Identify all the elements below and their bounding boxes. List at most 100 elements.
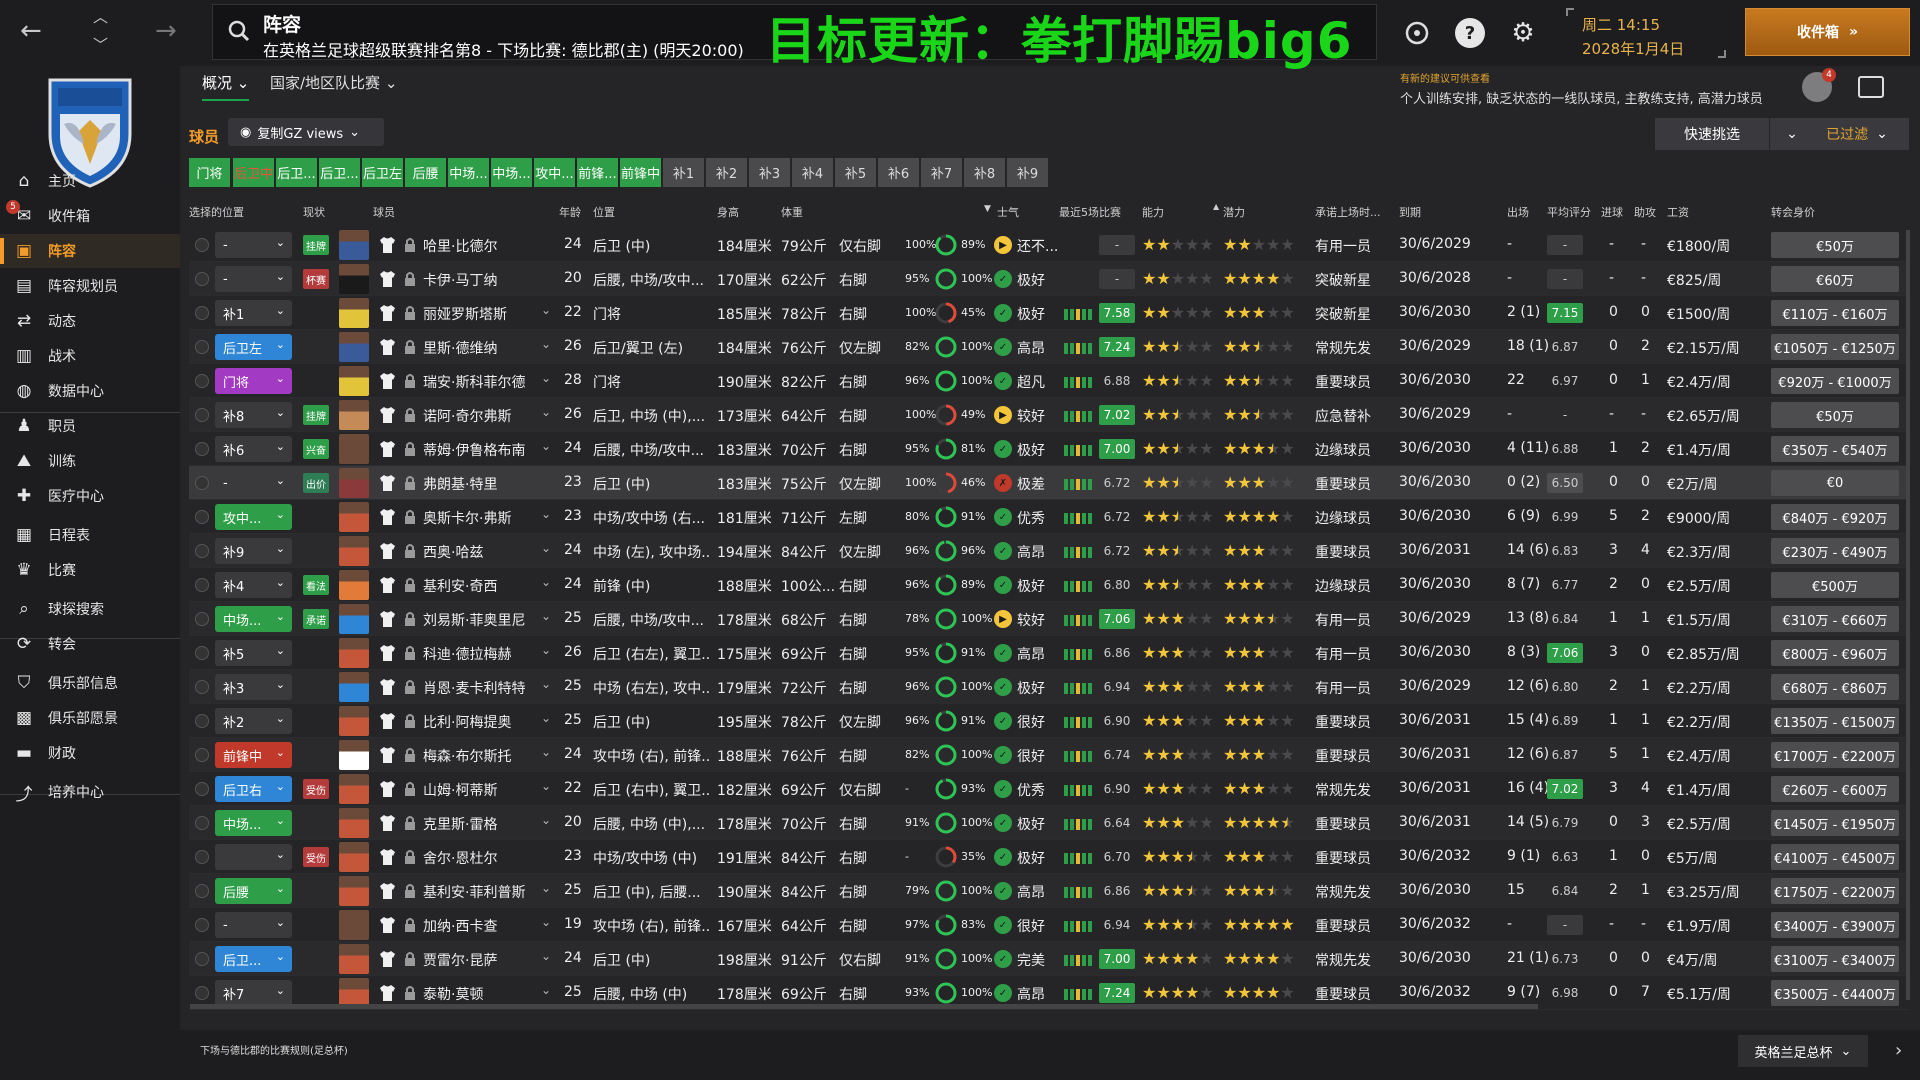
table-row[interactable]: 补9 ⌄ 西奥·哈兹 ⌄ 24 中场 (左), 攻中场... 194厘米 84公斤 仅左脚 96%… [189, 534, 1909, 568]
column-header-age[interactable]: 年龄 [559, 204, 581, 220]
filter-button[interactable]: 已过滤 ⌄ [1805, 118, 1909, 150]
sidebar-item-training[interactable]: ⛰ 训练 [0, 444, 180, 478]
position-filter-14[interactable]: 补3 [749, 158, 790, 187]
column-header-potential[interactable]: 潜力 [1223, 204, 1245, 220]
suggestion-notice[interactable]: 有新的建议可供查看 个人训练安排, 缺乏状态的一线队球员, 主教练支持, 高潜力… [1400, 68, 1780, 108]
selected-position-select[interactable]: 补6 ⌄ [215, 436, 292, 462]
selected-position-select[interactable]: 后腰 ⌄ [215, 878, 292, 904]
table-row[interactable]: 补8 ⌄ 挂牌 诺阿·奇尔弗斯 ⌄ 26 后卫, 中场 (中),... 173厘米 64公斤 右脚… [189, 398, 1909, 432]
assistant-avatar[interactable]: 4 [1802, 68, 1836, 102]
back-arrow-icon[interactable]: ← [20, 18, 42, 44]
column-header-morale[interactable]: 士气 [997, 204, 1019, 220]
sidebar-item-finance[interactable]: ▬ 财政 [0, 736, 180, 770]
player-name-link[interactable]: 科迪·德拉梅赫 [423, 644, 538, 664]
position-filter-1[interactable]: 门将 [189, 158, 230, 187]
selected-position-select[interactable]: 后卫... ⌄ [215, 946, 292, 972]
player-name-link[interactable]: 加纳·西卡查 [423, 916, 538, 936]
row-select-checkbox[interactable] [195, 986, 209, 1000]
row-select-checkbox[interactable] [195, 612, 209, 626]
row-select-checkbox[interactable] [195, 408, 209, 422]
sidebar-item-calendar[interactable]: ▦ 日程表 [0, 518, 180, 552]
chevron-down-icon[interactable]: ⌄ [541, 575, 551, 589]
player-name-link[interactable]: 蒂姆·伊鲁格布南 [423, 440, 538, 460]
sidebar-item-dynamics[interactable]: ⇄ 动态 [0, 304, 180, 338]
help-icon[interactable]: ? [1455, 18, 1485, 48]
column-header-height[interactable]: 身高 [717, 204, 739, 220]
selected-position-select[interactable]: 补1 ⌄ [215, 300, 292, 326]
table-row[interactable]: - ⌄ 杯赛 卡伊·马丁纳 20 后腰, 中场/攻中... 170厘米 62公斤 右脚 95% 10… [189, 262, 1909, 296]
quick-pick-button[interactable]: 快速挑选 [1655, 118, 1769, 150]
position-filter-4[interactable]: 后卫... [319, 158, 360, 187]
player-name-link[interactable]: 贾雷尔·昆萨 [423, 950, 538, 970]
sidebar-item-clipboard[interactable]: ▤ 阵容规划员 [0, 269, 180, 303]
position-filter-19[interactable]: 补8 [964, 158, 1005, 187]
chevron-down-icon[interactable]: ⌄ [541, 337, 551, 351]
sidebar-item-trophy[interactable]: ♛ 比赛 [0, 553, 180, 587]
chevron-up-icon[interactable]: ︿ [93, 10, 108, 25]
chevron-down-icon[interactable]: ⌄ [541, 371, 551, 385]
player-name-link[interactable]: 克里斯·雷格 [423, 814, 538, 834]
selected-position-select[interactable]: 后卫左 ⌄ [215, 334, 292, 360]
position-filter-9[interactable]: 攻中... [534, 158, 575, 187]
position-filter-2[interactable]: 后卫中 [233, 158, 274, 187]
chevron-down-icon[interactable]: ⌄ [541, 711, 551, 725]
column-header-weight[interactable]: 体重 [781, 204, 803, 220]
tab-overview[interactable]: 概况 ⌄ [202, 72, 250, 101]
selected-position-select[interactable]: 攻中... ⌄ [215, 504, 292, 530]
chevron-down-icon[interactable]: ⌄ [541, 745, 551, 759]
player-name-link[interactable]: 舍尔·恩杜尔 [423, 848, 538, 868]
chevron-down-icon[interactable]: ﹀ [93, 38, 108, 53]
column-header-avg-rating[interactable]: 平均评分 [1547, 204, 1591, 220]
table-row[interactable]: - ⌄ 挂牌 哈里·比德尔 24 后卫 (中) 184厘米 79公斤 仅右脚 100% 89% ▶ 还不… [189, 228, 1909, 262]
selected-position-select[interactable]: 后卫右 ⌄ [215, 776, 292, 802]
chevron-down-icon[interactable]: ⌄ [541, 541, 551, 555]
column-header-value[interactable]: 转会身价 [1771, 204, 1815, 220]
sidebar-item-tactics[interactable]: ▥ 战术 [0, 339, 180, 373]
selected-position-select[interactable]: 补3 ⌄ [215, 674, 292, 700]
column-header-selected-position[interactable]: 选择的位置 [189, 204, 244, 220]
horizontal-scrollbar[interactable] [190, 1004, 1538, 1009]
row-select-checkbox[interactable] [195, 748, 209, 762]
row-select-checkbox[interactable] [195, 272, 209, 286]
position-filter-20[interactable]: 补9 [1007, 158, 1048, 187]
chevron-down-icon[interactable]: ⌄ [541, 813, 551, 827]
table-row[interactable]: 补1 ⌄ 丽娅罗斯塔斯 ⌄ 22 门将 185厘米 78公斤 右脚 100% 45% ✓ 极好 7.58 ★… [189, 296, 1909, 330]
chevron-down-icon[interactable]: ⌄ [541, 983, 551, 997]
position-filter-12[interactable]: 补1 [663, 158, 704, 187]
sidebar-item-inbox[interactable]: ✉ 5 收件箱 [0, 199, 180, 233]
selected-position-select[interactable]: - ⌄ [215, 266, 292, 292]
player-name-link[interactable]: 西奥·哈兹 [423, 542, 538, 562]
chevron-down-icon[interactable]: ⌄ [541, 643, 551, 657]
view-selector[interactable]: ◉ 复制GZ views ⌄ [228, 118, 384, 146]
sidebar-item-squad[interactable]: ▣ 阵容 [0, 234, 180, 268]
table-row[interactable]: - ⌄ 加纳·西卡查 ⌄ 19 攻中场 (右), 前锋... 167厘米 64公斤 右脚 97% 8… [189, 908, 1909, 942]
row-select-checkbox[interactable] [195, 918, 209, 932]
table-row[interactable]: 补4 ⌄ 看法 基利安·奇西 ⌄ 24 前锋 (中) 188厘米 100公... 右脚 96% 89%… [189, 568, 1909, 602]
position-filter-18[interactable]: 补7 [921, 158, 962, 187]
table-row[interactable]: 后腰 ⌄ 基利安·菲利普斯 ⌄ 25 后卫 (中), 后腰... 190厘米 84公斤 右脚 79… [189, 874, 1909, 908]
football-brain-icon[interactable] [1402, 18, 1432, 48]
sidebar-item-staff[interactable]: ♟ 职员 [0, 409, 180, 443]
player-name-link[interactable]: 比利·阿梅提奥 [423, 712, 538, 732]
table-row[interactable]: ⌄ 受伤 舍尔·恩杜尔 23 中场/攻中场 (中) 191厘米 84公斤 右脚 - 35% ✓ 极好 6… [189, 840, 1909, 874]
row-select-checkbox[interactable] [195, 238, 209, 252]
column-header-appearances[interactable]: 出场 [1507, 204, 1529, 220]
column-header-contract[interactable]: 到期 [1399, 204, 1421, 220]
player-name-link[interactable]: 哈里·比德尔 [423, 236, 538, 256]
position-filter-6[interactable]: 后腰 [405, 158, 446, 187]
position-filter-17[interactable]: 补6 [878, 158, 919, 187]
position-filter-3[interactable]: 后卫... [276, 158, 317, 187]
table-row[interactable]: - ⌄ 出价 弗朗基·特里 23 后卫 (中) 183厘米 75公斤 仅左脚 100% 46% ✗ 极差… [189, 466, 1909, 500]
sidebar-item-medical[interactable]: ✚ 医疗中心 [0, 479, 180, 513]
competition-selector[interactable]: 英格兰足总杯 ⌄ [1738, 1035, 1868, 1067]
selected-position-select[interactable]: 补4 ⌄ [215, 572, 292, 598]
row-select-checkbox[interactable] [195, 510, 209, 524]
player-name-link[interactable]: 泰勒·莫顿 [423, 984, 538, 1004]
vertical-scrollbar[interactable] [1906, 230, 1910, 1000]
sidebar-item-development[interactable]: ⤴ 培养中心 [0, 775, 180, 809]
table-row[interactable]: 补3 ⌄ 肖恩·麦卡利特特 ⌄ 25 中场 (右左), 攻中... 179厘米 72公斤 右脚 9… [189, 670, 1909, 704]
row-select-checkbox[interactable] [195, 850, 209, 864]
chevron-down-icon[interactable]: ⌄ [541, 405, 551, 419]
selected-position-select[interactable]: 中场... ⌄ [215, 810, 292, 836]
selected-position-select[interactable]: 补8 ⌄ [215, 402, 292, 428]
